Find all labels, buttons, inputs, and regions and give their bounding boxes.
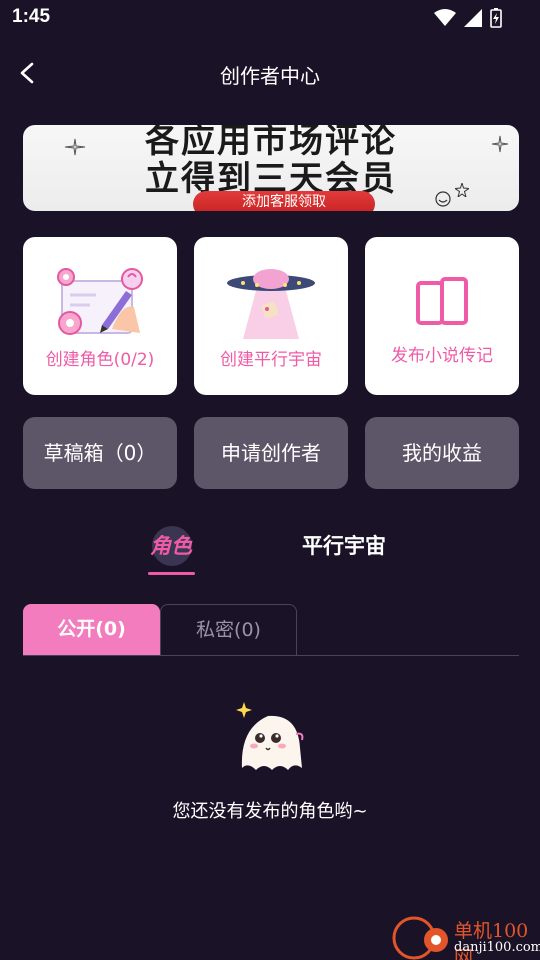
ghost-icon — [236, 702, 304, 770]
page-title: 创作者中心 — [220, 64, 320, 88]
publish-novel-label: 发布小说传记 — [391, 346, 493, 366]
visibility-tabs: 公开(0) 私密(0) — [23, 604, 519, 656]
tab-character[interactable]: 角色 — [150, 530, 192, 560]
status-icons — [434, 8, 502, 28]
book-icon — [416, 277, 468, 325]
create-universe-card[interactable]: 创建平行宇宙 — [194, 237, 348, 395]
create-universe-label: 创建平行宇宙 — [220, 350, 322, 370]
promo-banner[interactable]: 各应用市场评论 立得到三天会员 添加客服领取 — [23, 125, 519, 211]
create-character-card[interactable]: 创建角色(0/2) — [23, 237, 177, 395]
header: 创作者中心 — [0, 50, 540, 98]
tab-private[interactable]: 私密(0) — [160, 604, 297, 655]
create-character-label: 创建角色(0/2) — [45, 350, 155, 370]
tab-public[interactable]: 公开(0) — [23, 604, 160, 655]
tab-parallel-universe[interactable]: 平行宇宙 — [302, 530, 386, 560]
apply-creator-button[interactable]: 申请创作者 — [194, 417, 348, 489]
ufo-icon — [227, 269, 315, 339]
character-pencil-icon — [57, 268, 143, 335]
status-bar: 1:45 — [0, 0, 540, 36]
drafts-button[interactable]: 草稿箱（0） — [23, 417, 177, 489]
battery-icon — [490, 8, 502, 28]
watermark-logo-icon — [392, 916, 448, 960]
my-earnings-button[interactable]: 我的收益 — [365, 417, 519, 489]
watermark: 单机100网 danji100.com — [390, 914, 540, 960]
tab-underline — [148, 572, 195, 575]
wifi-icon — [434, 9, 456, 26]
empty-state-message: 您还没有发布的角色哟~ — [172, 801, 368, 822]
watermark-url: danji100.com — [454, 940, 540, 955]
status-time: 1:45 — [12, 6, 51, 27]
publish-novel-card[interactable]: 发布小说传记 — [365, 237, 519, 395]
contact-service-button[interactable]: 添加客服领取 — [193, 191, 375, 211]
signal-icon — [464, 9, 482, 27]
